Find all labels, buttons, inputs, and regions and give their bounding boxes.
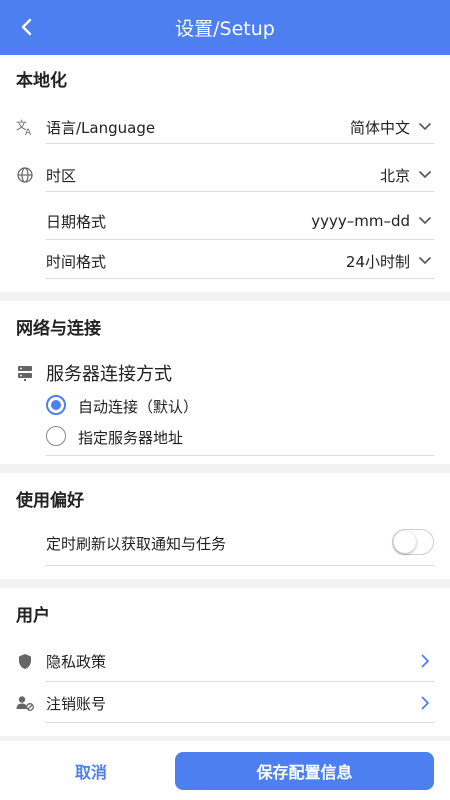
page-title: 设置/Setup	[175, 18, 275, 40]
server-method-label: 服务器连接方式	[46, 364, 172, 385]
divider	[46, 565, 434, 566]
radio-specify-server[interactable]	[46, 426, 66, 446]
radio-auto-connect[interactable]	[46, 395, 66, 415]
chevron-right-icon	[418, 654, 432, 668]
chevron-down-icon	[418, 254, 432, 268]
timezone-label: 时区	[46, 166, 77, 185]
save-config-button[interactable]: 保存配置信息	[175, 752, 434, 790]
chevron-right-icon	[418, 696, 432, 710]
app-header: 设置/Setup	[0, 0, 450, 55]
timezone-value: 北京	[379, 166, 410, 185]
auto-refresh-toggle[interactable]	[392, 529, 434, 555]
preferences-title: 使用偏好	[16, 491, 84, 511]
auto-connect-label[interactable]: 自动连接（默认）	[78, 396, 198, 417]
time-format-value: 24小时制	[345, 252, 410, 271]
deregister-account-label: 注销账号	[46, 694, 107, 713]
chevron-down-icon	[418, 214, 432, 228]
time-format-label: 时间格式	[46, 252, 107, 271]
cancel-button[interactable]: 取消	[16, 752, 166, 790]
toggle-knob	[394, 531, 416, 553]
server-icon	[16, 364, 34, 382]
date-format-value: yyyy–mm–dd	[311, 212, 410, 230]
privacy-policy-label: 隐私政策	[46, 652, 107, 671]
chevron-down-icon	[418, 168, 432, 182]
chevron-left-icon	[21, 18, 32, 36]
server-method-row: 服务器连接方式	[0, 359, 450, 387]
divider	[46, 143, 434, 144]
translate-icon: 文 A	[16, 118, 34, 136]
preferences-section: 使用偏好 定时刷新以获取通知与任务	[0, 473, 450, 579]
auto-refresh-label: 定时刷新以获取通知与任务	[46, 534, 227, 553]
date-format-row[interactable]: 日期格式 yyyy–mm–dd	[0, 201, 450, 241]
deregister-account-row[interactable]: 注销账号	[0, 688, 450, 718]
user-title: 用户	[16, 606, 50, 626]
date-format-label: 日期格式	[46, 212, 107, 231]
user-section: 用户 隐私政策 注销账号	[0, 588, 450, 736]
chevron-down-icon	[418, 120, 432, 134]
user-remove-icon	[16, 694, 34, 712]
divider	[46, 278, 434, 279]
divider	[46, 455, 434, 456]
language-label: 语言/Language	[46, 118, 156, 137]
svg-text:A: A	[25, 128, 32, 136]
timezone-row[interactable]: 时区 北京	[0, 155, 450, 195]
auto-refresh-row: 定时刷新以获取通知与任务	[0, 527, 450, 559]
localization-title: 本地化	[16, 71, 67, 91]
time-format-row[interactable]: 时间格式 24小时制	[0, 241, 450, 281]
language-value: 简体中文	[349, 118, 410, 137]
footer-bar: 取消 保存配置信息	[0, 741, 450, 800]
language-row[interactable]: 文 A 语言/Language 简体中文	[0, 107, 450, 147]
specify-server-label[interactable]: 指定服务器地址	[78, 427, 183, 448]
network-section: 网络与连接 服务器连接方式 自动连接（默认） 指定服务器地址	[0, 301, 450, 464]
localization-section: 本地化 文 A 语言/Language 简体中文 时区 北京 日期格式 yyyy…	[0, 55, 450, 292]
divider	[46, 681, 434, 682]
divider	[46, 191, 434, 192]
globe-icon	[16, 166, 34, 184]
back-button[interactable]	[12, 12, 42, 42]
privacy-policy-row[interactable]: 隐私政策	[0, 646, 450, 676]
network-title: 网络与连接	[16, 319, 101, 339]
divider	[46, 722, 434, 723]
shield-icon	[16, 652, 34, 670]
divider	[46, 239, 434, 240]
